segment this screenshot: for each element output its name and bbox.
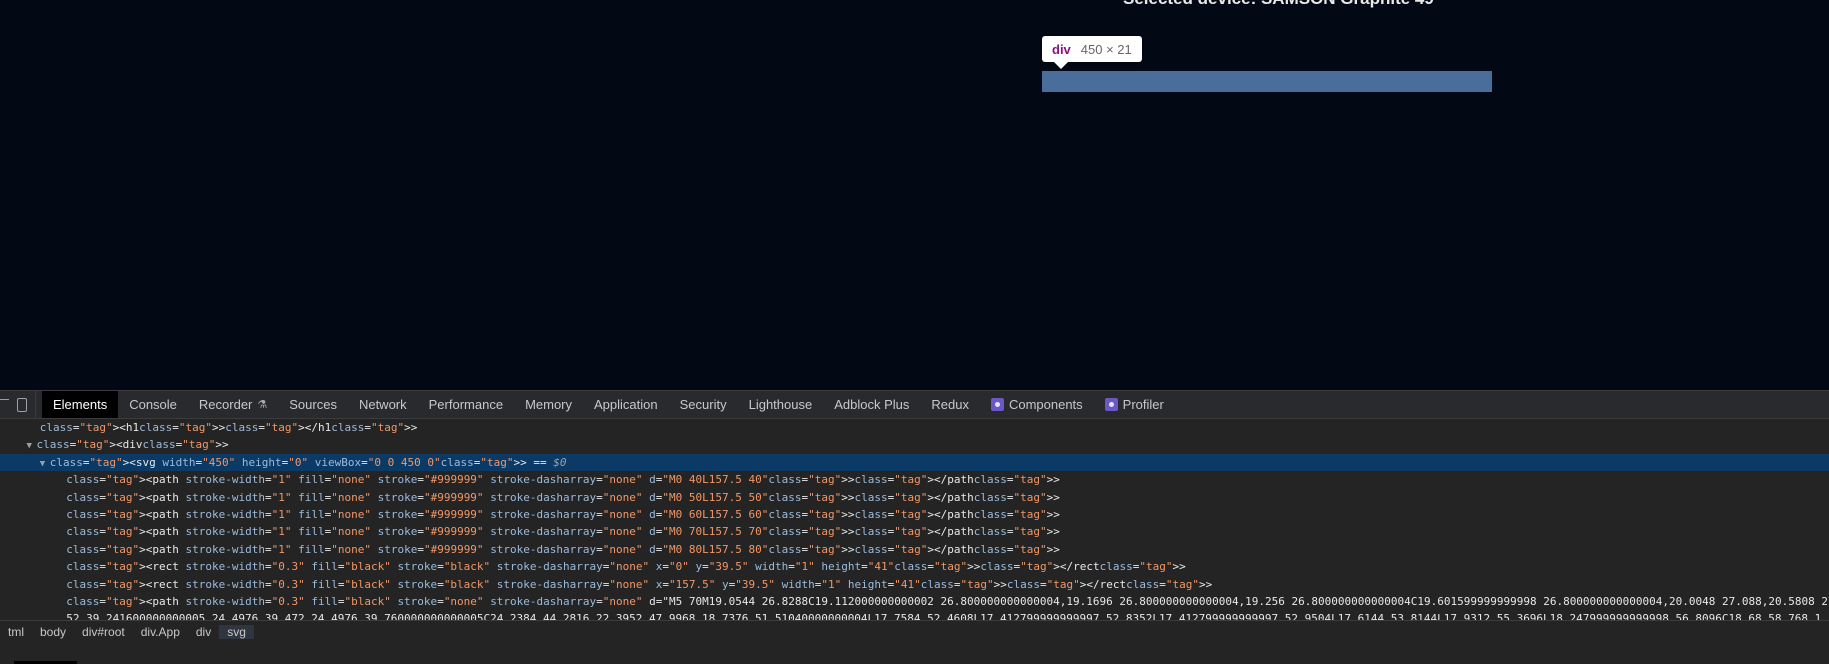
- tab-label: Security: [679, 397, 727, 412]
- tab-recorder[interactable]: Recorder ⚗: [188, 391, 278, 418]
- dom-tree-line[interactable]: class="tag"><path stroke-width="1" fill=…: [0, 471, 1829, 488]
- breadcrumb-item[interactable]: tml: [0, 625, 32, 639]
- tab-components[interactable]: Components: [980, 391, 1094, 418]
- dom-tree-line[interactable]: ▼ class="tag"><svg width="450" height="0"…: [0, 453, 1829, 472]
- devtools-panel: Elements Console Recorder ⚗ Sources Network Pe…: [0, 390, 1829, 664]
- breadcrumb-item[interactable]: div#root: [74, 625, 133, 639]
- tab-label: Lighthouse: [748, 397, 813, 412]
- tab-redux[interactable]: Redux: [920, 391, 980, 418]
- drawer-strip: [0, 643, 1829, 664]
- breadcrumb-item[interactable]: div.App: [133, 625, 188, 639]
- tab-sources[interactable]: Sources: [278, 391, 348, 418]
- tab-label: Console: [129, 397, 177, 412]
- dom-tree-line[interactable]: class="tag"><path stroke-width="1" fill=…: [0, 506, 1829, 523]
- tab-label: Redux: [931, 397, 969, 412]
- tab-label: Elements: [53, 397, 108, 412]
- react-icon: [990, 398, 1004, 411]
- tab-application[interactable]: Application: [583, 391, 669, 418]
- dom-tree-line[interactable]: class="tag"><path stroke-width="1" fill=…: [0, 523, 1829, 540]
- breadcrumb-item[interactable]: svg: [219, 625, 254, 639]
- devtools-tabs: Elements Console Recorder ⚗ Sources Network Pe…: [42, 391, 1175, 418]
- tab-profiler[interactable]: Profiler: [1094, 391, 1175, 418]
- react-icon: [1104, 398, 1118, 411]
- tab-console[interactable]: Console: [118, 391, 188, 418]
- dom-tree-line[interactable]: ▼ class="tag"><divclass="tag">>: [0, 436, 1829, 453]
- tab-label: Components: [1008, 397, 1083, 412]
- dom-tree-line[interactable]: class="tag"><rect stroke-width="0.3" fil…: [0, 576, 1829, 593]
- breadcrumb-item[interactable]: div: [188, 625, 219, 639]
- tab-label: Profiler: [1122, 397, 1164, 412]
- tab-elements[interactable]: Elements: [42, 391, 119, 418]
- tab-network[interactable]: Network: [348, 391, 418, 418]
- breadcrumb: tml body div#root div.App div svg: [0, 620, 1829, 643]
- breadcrumb-item[interactable]: body: [32, 625, 74, 639]
- tab-label: Adblock Plus: [834, 397, 910, 412]
- inspected-element-highlight: [1042, 71, 1492, 92]
- inspect-tooltip: div 450 × 21: [1042, 36, 1142, 69]
- tab-lighthouse[interactable]: Lighthouse: [738, 391, 824, 418]
- page-viewport: Selected device: SAMSON Graphite 49 div …: [0, 0, 1829, 390]
- tab-memory[interactable]: Memory: [514, 391, 583, 418]
- dom-tree-line[interactable]: class="tag"><h1class="tag">>class="tag">…: [0, 419, 1829, 436]
- dom-tree-line[interactable]: class="tag"><path stroke-width="0.3" fil…: [0, 593, 1829, 610]
- tab-adblock-plus[interactable]: Adblock Plus: [823, 391, 920, 418]
- dom-tree-line[interactable]: class="tag"><path stroke-width="1" fill=…: [0, 489, 1829, 506]
- tab-label: Application: [594, 397, 658, 412]
- tab-label: Network: [358, 397, 407, 412]
- tab-performance[interactable]: Performance: [418, 391, 514, 418]
- dom-tree-line[interactable]: class="tag"><path stroke-width="1" fill=…: [0, 541, 1829, 558]
- elements-tree: class="tag"><h1class="tag">>class="tag">…: [0, 419, 1829, 634]
- device-toolbar-icon[interactable]: [17, 397, 27, 412]
- dom-tree-line[interactable]: class="tag"><rect stroke-width="0.3" fil…: [0, 558, 1829, 575]
- page-heading: Selected device: SAMSON Graphite 49: [1123, 0, 1434, 9]
- tab-label: Performance: [428, 397, 504, 412]
- flask-icon: ⚗: [257, 399, 268, 411]
- inspect-element-icon[interactable]: [0, 399, 9, 410]
- tab-security[interactable]: Security: [669, 391, 738, 418]
- tooltip-size: 450 × 21: [1080, 41, 1132, 57]
- tab-label: Memory: [525, 397, 573, 412]
- toolbar-icons: [0, 391, 36, 418]
- tab-label: Sources: [289, 397, 337, 412]
- tooltip-tag: div: [1052, 41, 1071, 57]
- tab-label: Recorder: [198, 397, 253, 412]
- devtools-tabbar: Elements Console Recorder ⚗ Sources Network Pe…: [0, 391, 1829, 419]
